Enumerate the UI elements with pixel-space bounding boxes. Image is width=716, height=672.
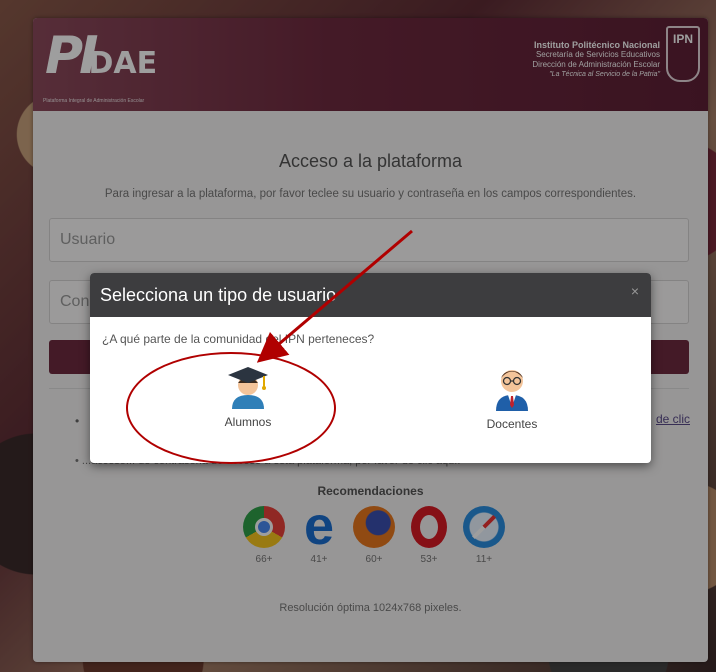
annotation-arrow <box>256 229 413 363</box>
